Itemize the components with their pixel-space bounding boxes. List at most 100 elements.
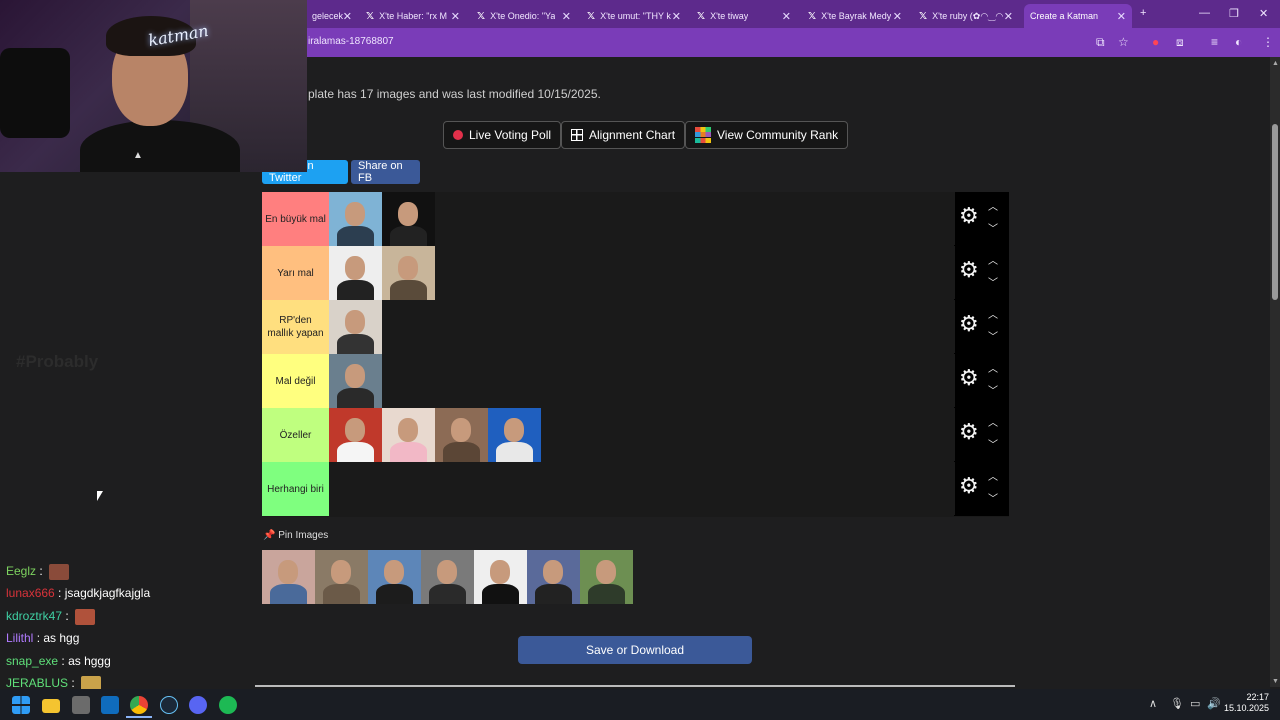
tab-close-icon[interactable]: ✕ — [1117, 10, 1126, 23]
alignment-chart-button[interactable]: Alignment Chart — [561, 121, 686, 149]
scroll-up-icon[interactable]: ▲ — [1272, 60, 1279, 67]
move-down-chevron-icon[interactable]: ﹀ — [988, 382, 998, 397]
move-up-chevron-icon[interactable]: ︿ — [988, 468, 998, 483]
save-download-button[interactable]: Save or Download — [518, 636, 752, 664]
scrollbar-thumb[interactable] — [1272, 124, 1278, 300]
browser-tab[interactable]: 𝕏 X'te tiway ✕ — [691, 4, 797, 28]
translate-icon[interactable]: ⧉ — [1096, 35, 1105, 50]
tier-items-area[interactable] — [329, 300, 954, 354]
tier-item-image[interactable] — [329, 192, 382, 246]
browser-tab[interactable]: 𝕏 X'te Haber: "rx M ✕ — [360, 4, 466, 28]
close-window-icon[interactable]: ✕ — [1259, 7, 1268, 20]
tab-close-icon[interactable]: ✕ — [562, 10, 571, 23]
share-fb-button[interactable]: Share on FB — [351, 160, 420, 184]
tier-items-area[interactable] — [329, 192, 954, 246]
network-icon[interactable]: ▭ — [1190, 697, 1200, 710]
move-up-chevron-icon[interactable]: ︿ — [988, 414, 998, 429]
tier-label[interactable]: RP'den mallık yapan — [262, 300, 329, 354]
gear-icon[interactable]: ⚙ — [959, 366, 979, 391]
tier-label[interactable]: Herhangi biri — [262, 462, 329, 516]
spotify-icon[interactable] — [219, 696, 237, 714]
gear-icon[interactable]: ⚙ — [959, 474, 979, 499]
microphone-icon[interactable]: 🎙 — [1170, 697, 1184, 710]
windows-start-icon[interactable] — [12, 696, 30, 714]
menu-kebab-icon[interactable]: ⋮ — [1262, 35, 1274, 49]
tier-item-image[interactable] — [329, 300, 382, 354]
browser-tab[interactable]: 𝕏 X'te umut: "THY k ✕ — [581, 4, 687, 28]
tier-label[interactable]: Özeller — [262, 408, 329, 462]
move-down-chevron-icon[interactable]: ﹀ — [988, 436, 998, 451]
tier-label[interactable]: Yarı mal — [262, 246, 329, 300]
move-up-chevron-icon[interactable]: ︿ — [988, 306, 998, 321]
pin-image[interactable] — [527, 550, 580, 604]
move-down-chevron-icon[interactable]: ﹀ — [988, 220, 998, 235]
move-up-chevron-icon[interactable]: ︿ — [988, 252, 998, 267]
gear-icon[interactable]: ⚙ — [959, 420, 979, 445]
tier-item-image[interactable] — [382, 246, 435, 300]
extension-record-icon[interactable]: ● — [1152, 35, 1159, 49]
volume-icon[interactable]: 🔊 — [1207, 697, 1221, 710]
move-down-chevron-icon[interactable]: ﹀ — [988, 328, 998, 343]
steam-icon[interactable] — [160, 696, 178, 714]
browser-tab[interactable]: 𝕏 X'te Onedio: "Ya ✕ — [471, 4, 577, 28]
pin-image[interactable] — [474, 550, 527, 604]
move-down-chevron-icon[interactable]: ﹀ — [988, 274, 998, 289]
live-voting-poll-button[interactable]: Live Voting Poll — [443, 121, 562, 149]
pin-image[interactable] — [580, 550, 633, 604]
tier-item-image[interactable] — [329, 408, 382, 462]
tab-close-icon[interactable]: ✕ — [343, 10, 352, 23]
chat-username[interactable]: Lilithl — [6, 631, 33, 645]
tier-item-image[interactable] — [382, 408, 435, 462]
browser-tab[interactable]: gelecek ✕ — [306, 4, 358, 28]
tier-item-image[interactable] — [329, 246, 382, 300]
chat-username[interactable]: kdroztrk47 — [6, 609, 62, 623]
move-down-chevron-icon[interactable]: ﹀ — [988, 490, 998, 505]
chat-username[interactable]: Eeglz — [6, 564, 36, 578]
chat-username[interactable]: lunax666 — [6, 586, 55, 600]
tier-label[interactable]: Mal değil — [262, 354, 329, 408]
tier-items-area[interactable] — [329, 354, 954, 408]
file-explorer-icon[interactable] — [42, 699, 60, 713]
tray-expand-icon[interactable]: ∧ — [1149, 697, 1157, 710]
tab-close-icon[interactable]: ✕ — [893, 10, 902, 23]
tab-close-icon[interactable]: ✕ — [451, 10, 460, 23]
browser-tab[interactable]: 𝕏 X'te Bayrak Medy ✕ — [802, 4, 908, 28]
tier-items-area[interactable] — [329, 408, 954, 462]
extensions-icon[interactable]: ⧈ — [1176, 35, 1184, 50]
tier-item-image[interactable] — [435, 408, 488, 462]
browser-tab[interactable]: 𝕏 X'te ruby (✿◠‿◠ ✕ — [913, 4, 1019, 28]
pin-images-label[interactable]: 📌 Pin Images — [263, 530, 328, 541]
chat-username[interactable]: snap_exe — [6, 654, 58, 668]
tier-label[interactable]: En büyük mal — [262, 192, 329, 246]
chrome-icon[interactable] — [130, 696, 148, 714]
move-up-chevron-icon[interactable]: ︿ — [988, 360, 998, 375]
url-text[interactable]: iralamas-18768807 — [308, 36, 394, 47]
scroll-down-icon[interactable]: ▼ — [1272, 678, 1279, 685]
media-control-icon[interactable]: ≡ — [1211, 35, 1218, 49]
pin-image[interactable] — [315, 550, 368, 604]
tier-item-image[interactable] — [382, 192, 435, 246]
store-icon[interactable] — [72, 696, 90, 714]
bookmark-star-icon[interactable]: ☆ — [1118, 35, 1129, 49]
tier-item-image[interactable] — [488, 408, 541, 462]
profile-avatar-icon[interactable]: ◐ — [1235, 35, 1242, 49]
view-community-rank-button[interactable]: View Community Rank — [685, 121, 849, 149]
pin-image[interactable] — [368, 550, 421, 604]
tab-close-icon[interactable]: ✕ — [672, 10, 681, 23]
tab-close-icon[interactable]: ✕ — [782, 10, 791, 23]
pin-image[interactable] — [421, 550, 474, 604]
restore-icon[interactable]: ❐ — [1229, 7, 1239, 20]
outlook-icon[interactable] — [101, 696, 119, 714]
tier-item-image[interactable] — [329, 354, 382, 408]
move-up-chevron-icon[interactable]: ︿ — [988, 198, 998, 213]
discord-icon[interactable] — [189, 696, 207, 714]
tier-items-area[interactable] — [329, 462, 954, 516]
gear-icon[interactable]: ⚙ — [959, 312, 979, 337]
minimize-icon[interactable]: — — [1199, 7, 1210, 19]
browser-tab[interactable]: Create a Katman ✕ — [1024, 4, 1132, 28]
new-tab-button[interactable]: + — [1140, 7, 1146, 19]
pin-image[interactable] — [262, 550, 315, 604]
system-clock[interactable]: 22:17 15.10.2025 — [1224, 692, 1269, 714]
gear-icon[interactable]: ⚙ — [959, 258, 979, 283]
gear-icon[interactable]: ⚙ — [959, 204, 979, 229]
